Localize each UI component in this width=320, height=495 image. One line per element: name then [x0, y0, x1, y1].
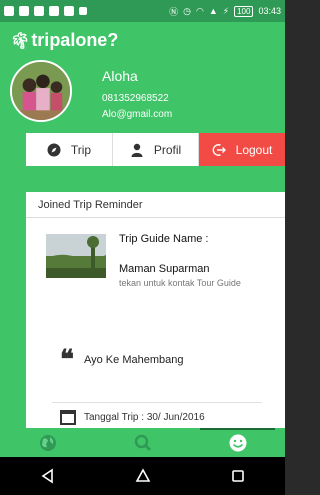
globe-icon	[39, 434, 56, 451]
divider	[52, 402, 262, 403]
system-navigation-bar	[0, 457, 285, 495]
calendar-icon	[60, 410, 76, 425]
logout-label: Logout	[235, 142, 273, 157]
trip-name: Ayo Ke Mahembang	[84, 354, 184, 366]
avatar[interactable]	[10, 60, 72, 122]
charging-icon: ⚡	[222, 5, 230, 16]
app-logo-text: tripalone?	[31, 29, 119, 50]
profile-name: Aloha	[102, 68, 138, 84]
nav-globe[interactable]	[0, 428, 95, 457]
nav-active-indicator	[200, 428, 275, 430]
palm-tree-icon: 🌴︎	[10, 32, 31, 50]
trip-thumbnail	[46, 234, 106, 278]
recents-button[interactable]	[218, 461, 258, 491]
message-icon	[49, 6, 59, 16]
guide-name: Maman Suparman	[119, 263, 210, 275]
trip-reminder-card: Joined Trip Reminder Trip Guide Name : M…	[26, 192, 285, 435]
home-button[interactable]	[123, 461, 163, 491]
back-icon	[41, 468, 53, 484]
wifi-icon: ◠	[196, 5, 204, 16]
smiley-icon	[229, 434, 246, 451]
quote-icon: ❝	[60, 345, 74, 375]
tab-trip-label: Trip	[70, 142, 92, 157]
facebook-icon	[19, 6, 29, 16]
status-notifications	[4, 6, 87, 16]
message-icon	[34, 6, 44, 16]
notification-icon	[4, 6, 14, 16]
clock: 03:43	[258, 6, 281, 16]
image-icon	[64, 6, 74, 16]
nav-profile[interactable]	[190, 428, 285, 457]
app-logo: 🌴︎ tripalone?	[10, 30, 118, 51]
profile-email: Alo@gmail.com	[102, 109, 173, 120]
status-system: Ⓝ ◷ ◠ ▲ ⚡ 100 03:43	[169, 5, 281, 18]
bottom-nav	[0, 428, 285, 457]
status-bar: Ⓝ ◷ ◠ ▲ ⚡ 100 03:43	[0, 0, 285, 22]
compass-icon	[47, 143, 61, 157]
avatar-photo	[12, 62, 70, 120]
home-icon	[135, 468, 150, 482]
message-icon	[79, 7, 87, 15]
trip-name-row: ❝ Ayo Ke Mahembang	[26, 342, 285, 378]
logout-button[interactable]: Logout	[199, 133, 285, 166]
nav-search[interactable]	[95, 428, 190, 457]
person-icon	[130, 143, 144, 157]
alarm-icon: ◷	[183, 5, 191, 16]
trip-date: Tanggal Trip : 30/ Jun/2016	[84, 412, 205, 423]
guide-row[interactable]: Trip Guide Name : Maman Suparman tekan u…	[26, 218, 285, 308]
guide-contact-hint: tekan untuk kontak Tour Guide	[119, 278, 241, 288]
nfc-icon: Ⓝ	[169, 6, 179, 17]
app-header: 🌴︎ tripalone?	[0, 22, 285, 58]
tab-profil-label: Profil	[153, 142, 182, 157]
tab-trip[interactable]: Trip	[26, 133, 113, 166]
logout-icon	[212, 143, 226, 157]
battery-level: 100	[234, 5, 254, 17]
signal-icon: ▲	[208, 6, 218, 16]
back-button[interactable]	[28, 461, 68, 491]
trip-date-row: Tanggal Trip : 30/ Jun/2016	[60, 410, 205, 425]
card-header: Joined Trip Reminder	[26, 192, 285, 218]
profile-tabs: Trip Profil Logout	[26, 133, 285, 166]
search-icon	[134, 434, 151, 451]
guide-title: Trip Guide Name :	[119, 233, 209, 245]
recents-icon	[231, 470, 244, 482]
profile-phone: 081352968522	[102, 93, 169, 104]
tab-profil[interactable]: Profil	[113, 133, 199, 166]
